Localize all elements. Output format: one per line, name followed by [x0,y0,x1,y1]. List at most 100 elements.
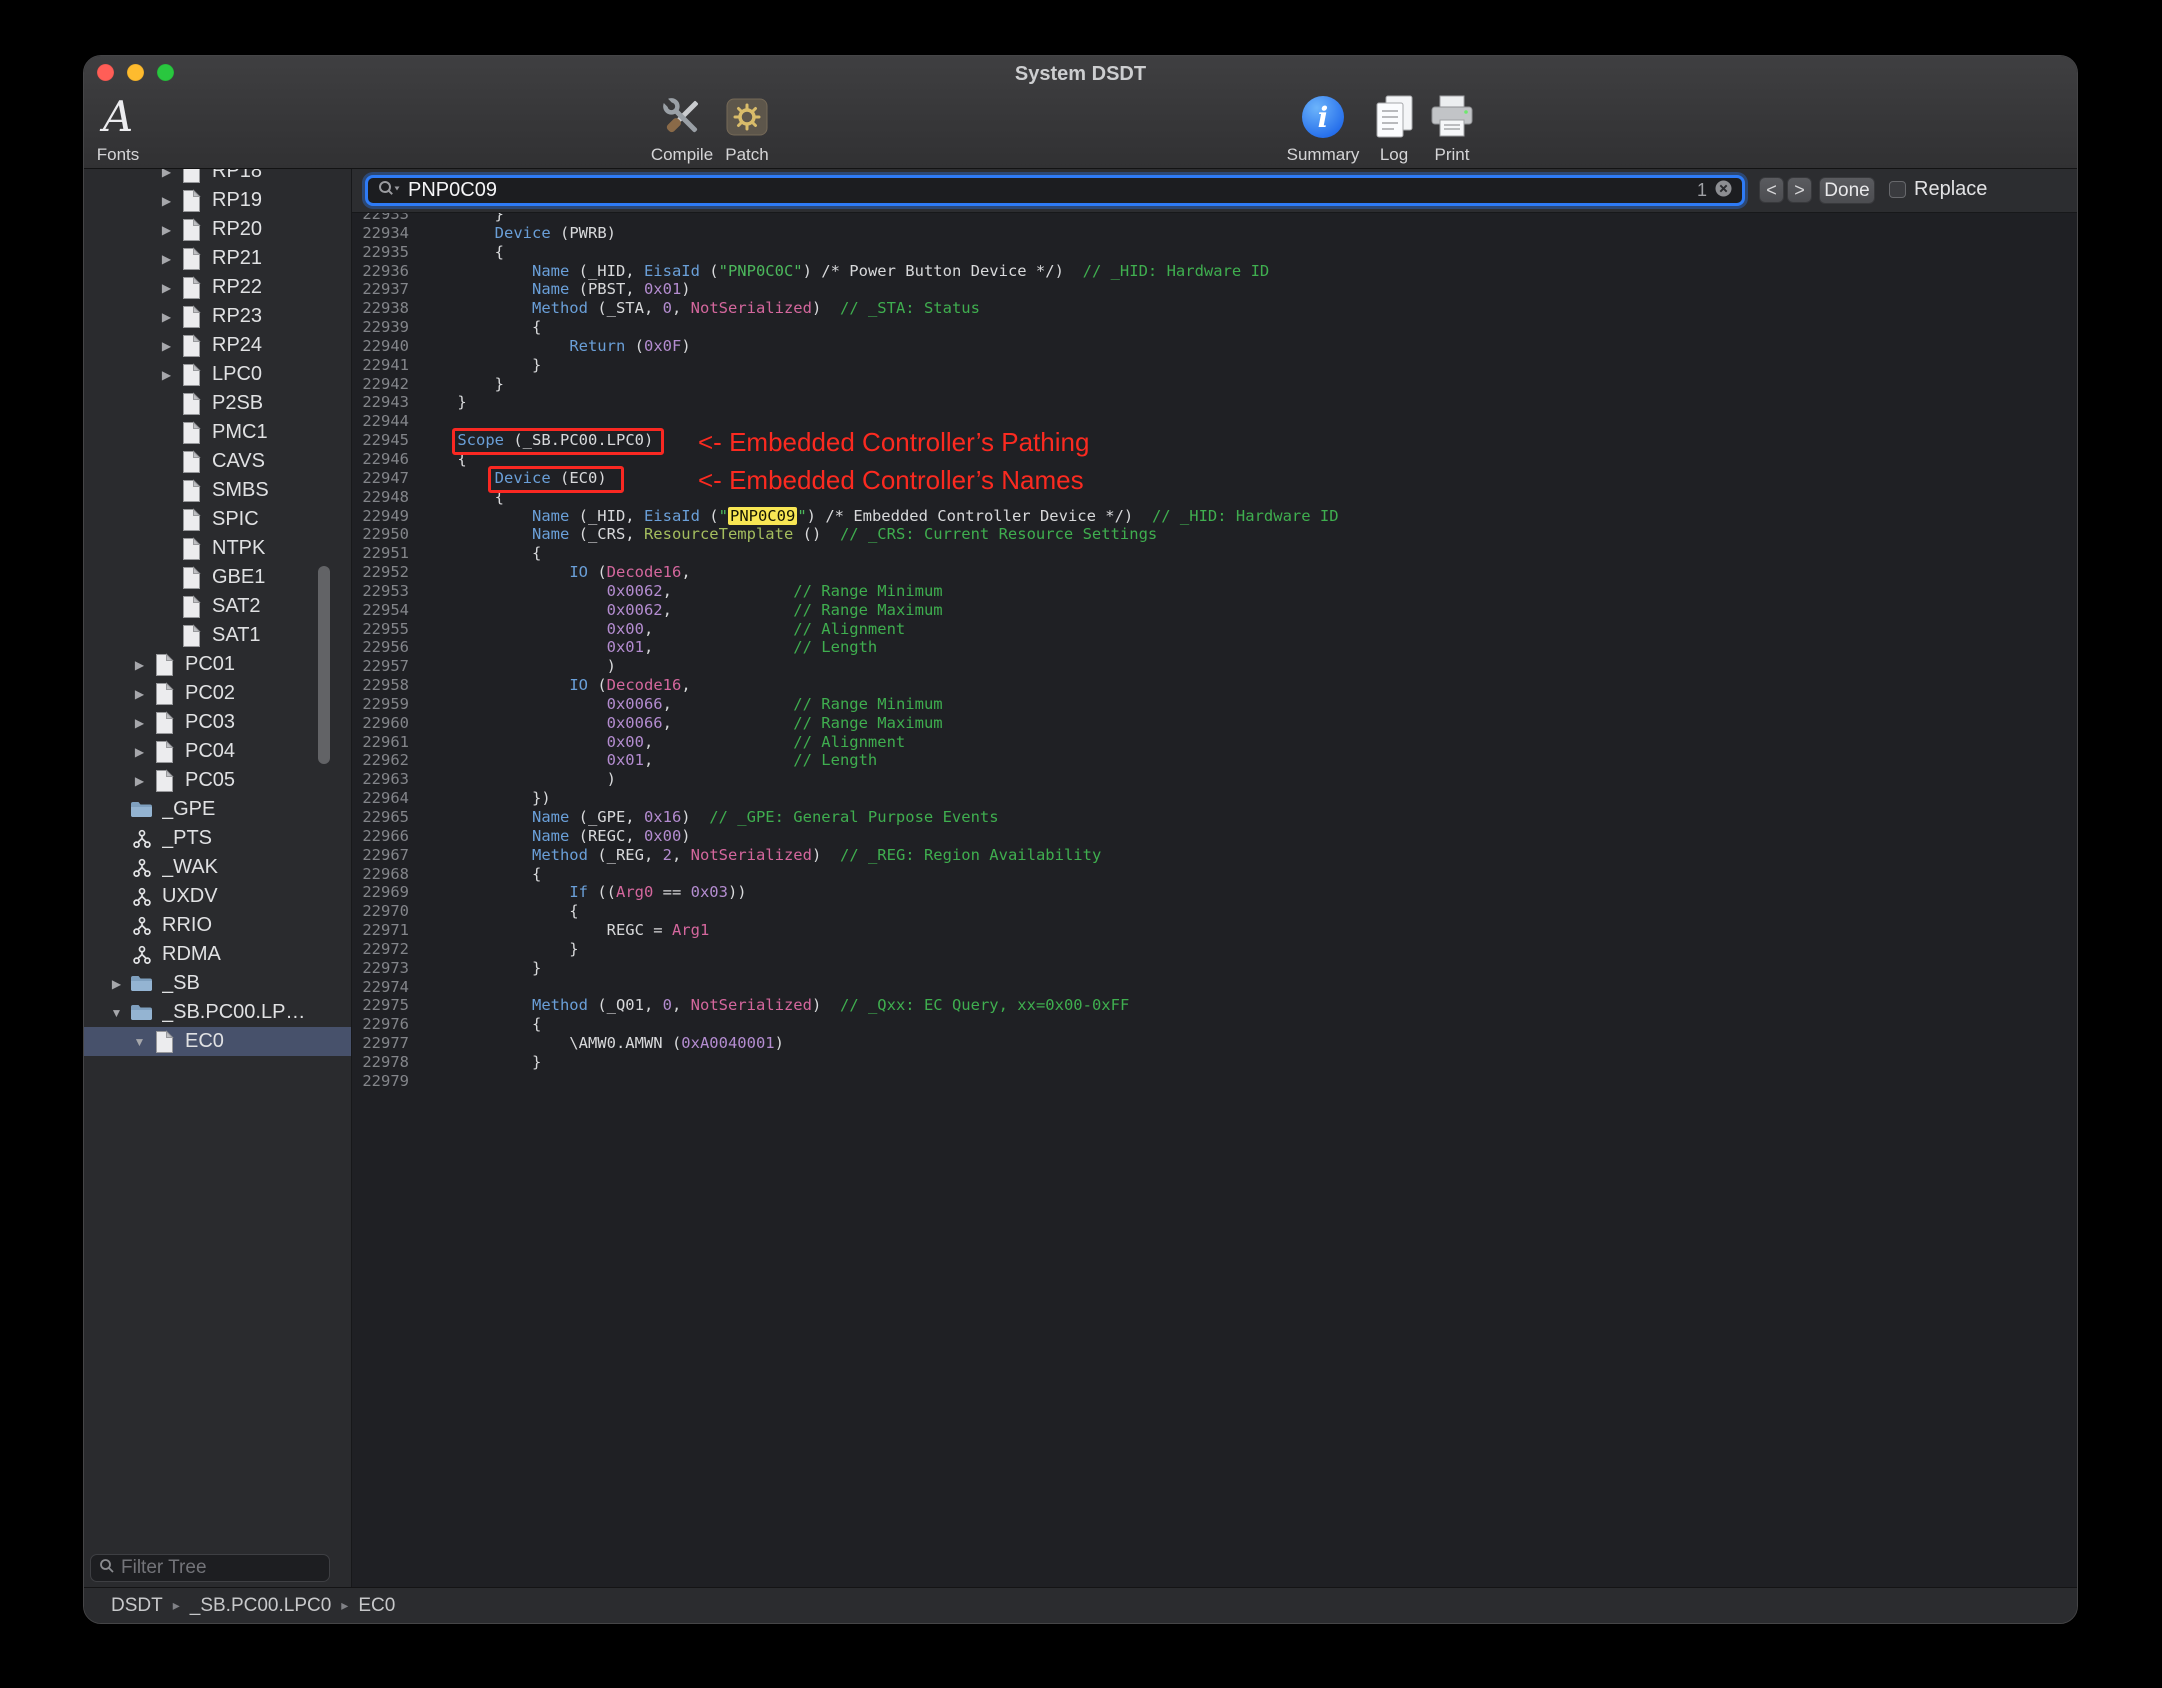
sidebar-item-pc04[interactable]: ▶ PC04 [84,737,351,766]
disclosure-right-icon[interactable]: ▶ [131,745,148,759]
code-line[interactable]: 22969 If ((Arg0 == 0x03)) [352,883,2077,902]
disclosure-right-icon[interactable]: ▶ [158,281,175,295]
sidebar-item-rrio[interactable]: RRIO [84,911,351,940]
find-next-button[interactable]: > [1787,177,1812,203]
code-line[interactable]: 22938 Method (_STA, 0, NotSerialized) //… [352,299,2077,318]
replace-checkbox[interactable] [1889,181,1906,198]
sidebar-item-_sb-pc00-lp-[interactable]: ▼ _SB.PC00.LP… [84,998,351,1027]
code-line[interactable]: 22971 REGC = Arg1 [352,921,2077,940]
sidebar-item-pc01[interactable]: ▶ PC01 [84,650,351,679]
disclosure-right-icon[interactable]: ▶ [158,339,175,353]
search-input[interactable] [408,179,1690,202]
code-line[interactable]: 22943 } [352,393,2077,412]
disclosure-right-icon[interactable]: ▶ [131,716,148,730]
patch-button[interactable]: Patch [715,91,779,165]
sidebar-item-rp19[interactable]: ▶ RP19 [84,186,351,215]
code-line[interactable]: 22936 Name (_HID, EisaId ("PNP0C0C") /* … [352,262,2077,281]
breadcrumb-item-dsdt[interactable]: DSDT [111,1595,163,1617]
done-button[interactable]: Done [1819,177,1875,204]
code-line[interactable]: 22967 Method (_REG, 2, NotSerialized) //… [352,846,2077,865]
sidebar-item-lpc0[interactable]: ▶ LPC0 [84,360,351,389]
code-line[interactable]: 22941 } [352,356,2077,375]
code-line[interactable]: 22956 0x01, // Length [352,638,2077,657]
code-line[interactable]: 22959 0x0066, // Range Minimum [352,695,2077,714]
code-line[interactable]: 22976 { [352,1015,2077,1034]
code-line[interactable]: 22951 { [352,544,2077,563]
log-button[interactable]: Log [1362,91,1426,165]
code-line[interactable]: 22953 0x0062, // Range Minimum [352,582,2077,601]
sidebar-item-rp18[interactable]: ▶ RP18 [84,169,351,186]
sidebar-item-ec0[interactable]: ▼ EC0 [84,1027,351,1056]
sidebar-item-spic[interactable]: SPIC [84,505,351,534]
code-line[interactable]: 22973 } [352,959,2077,978]
sidebar-item-rdma[interactable]: RDMA [84,940,351,969]
code-line[interactable]: 22962 0x01, // Length [352,751,2077,770]
sidebar-item-p2sb[interactable]: P2SB [84,389,351,418]
disclosure-right-icon[interactable]: ▶ [131,774,148,788]
code-line[interactable]: 22974 [352,978,2077,997]
sidebar-item-_gpe[interactable]: _GPE [84,795,351,824]
code-line[interactable]: 22968 { [352,865,2077,884]
disclosure-right-icon[interactable]: ▶ [158,310,175,324]
disclosure-right-icon[interactable]: ▶ [158,194,175,208]
code-line[interactable]: 22970 { [352,902,2077,921]
sidebar-item-sat2[interactable]: SAT2 [84,592,351,621]
breadcrumb-item-lpc0[interactable]: _SB.PC00.LPC0 [190,1595,332,1617]
sidebar-item-pc03[interactable]: ▶ PC03 [84,708,351,737]
code-line[interactable]: 22933 } [352,213,2077,224]
code-line[interactable]: 22954 0x0062, // Range Maximum [352,601,2077,620]
sidebar-item-_pts[interactable]: _PTS [84,824,351,853]
disclosure-down-icon[interactable]: ▼ [131,1035,148,1049]
code-line[interactable]: 22937 Name (PBST, 0x01) [352,280,2077,299]
compile-button[interactable]: Compile [650,91,714,165]
code-line[interactable]: 22972 } [352,940,2077,959]
summary-button[interactable]: i Summary [1287,91,1359,165]
disclosure-right-icon[interactable]: ▶ [131,658,148,672]
code-line[interactable]: 22965 Name (_GPE, 0x16) // _GPE: General… [352,808,2077,827]
code-line[interactable]: 22950 Name (_CRS, ResourceTemplate () //… [352,525,2077,544]
code-line[interactable]: 22977 \AMW0.AMWN (0xA0040001) [352,1034,2077,1053]
sidebar-item-cavs[interactable]: CAVS [84,447,351,476]
code-line[interactable]: 22952 IO (Decode16, [352,563,2077,582]
code-line[interactable]: 22966 Name (REGC, 0x00) [352,827,2077,846]
sidebar-item-_sb[interactable]: ▶ _SB [84,969,351,998]
sidebar-item-rp21[interactable]: ▶ RP21 [84,244,351,273]
disclosure-right-icon[interactable]: ▶ [158,169,175,179]
sidebar-item-rp22[interactable]: ▶ RP22 [84,273,351,302]
sidebar-scrollbar[interactable] [318,566,330,764]
sidebar-item-smbs[interactable]: SMBS [84,476,351,505]
code-line[interactable]: 22942 } [352,375,2077,394]
code-line[interactable]: 22957 ) [352,657,2077,676]
clear-search-icon[interactable] [1714,179,1733,203]
code-line[interactable]: 22975 Method (_Q01, 0, NotSerialized) //… [352,996,2077,1015]
sidebar-item-rp23[interactable]: ▶ RP23 [84,302,351,331]
code-line[interactable]: 22979 [352,1072,2077,1091]
code-line[interactable]: 22949 Name (_HID, EisaId (" PNP0C09 ") /* … [352,506,2077,526]
code-line[interactable]: 22963 ) [352,770,2077,789]
sidebar-item-sat1[interactable]: SAT1 [84,621,351,650]
sidebar-item-pmc1[interactable]: PMC1 [84,418,351,447]
disclosure-right-icon[interactable]: ▶ [158,252,175,266]
sidebar-item-rp24[interactable]: ▶ RP24 [84,331,351,360]
code-line[interactable]: 22964 }) [352,789,2077,808]
sidebar-item-uxdv[interactable]: UXDV [84,882,351,911]
disclosure-down-icon[interactable]: ▼ [108,1006,125,1020]
code-line[interactable]: 22978 } [352,1053,2077,1072]
disclosure-right-icon[interactable]: ▶ [158,368,175,382]
code-line[interactable]: 22958 IO (Decode16, [352,676,2077,695]
code-line[interactable]: 22961 0x00, // Alignment [352,733,2077,752]
find-previous-button[interactable]: < [1759,177,1784,203]
code-line[interactable]: 22960 0x0066, // Range Maximum [352,714,2077,733]
code-area[interactable]: 22933 } 22934 Device (PWRB) 22935 {22936 N… [352,213,2077,1587]
sidebar-item-_wak[interactable]: _WAK [84,853,351,882]
fonts-button[interactable]: A Fonts [86,91,150,165]
code-line[interactable]: 22935 { [352,243,2077,262]
disclosure-right-icon[interactable]: ▶ [158,223,175,237]
sidebar-item-rp20[interactable]: ▶ RP20 [84,215,351,244]
sidebar-item-gbe1[interactable]: GBE1 [84,563,351,592]
disclosure-right-icon[interactable]: ▶ [108,977,125,991]
search-icon[interactable] [377,179,401,202]
filter-tree-input[interactable] [121,1557,321,1579]
sidebar-item-pc05[interactable]: ▶ PC05 [84,766,351,795]
code-line[interactable]: 22955 0x00, // Alignment [352,620,2077,639]
